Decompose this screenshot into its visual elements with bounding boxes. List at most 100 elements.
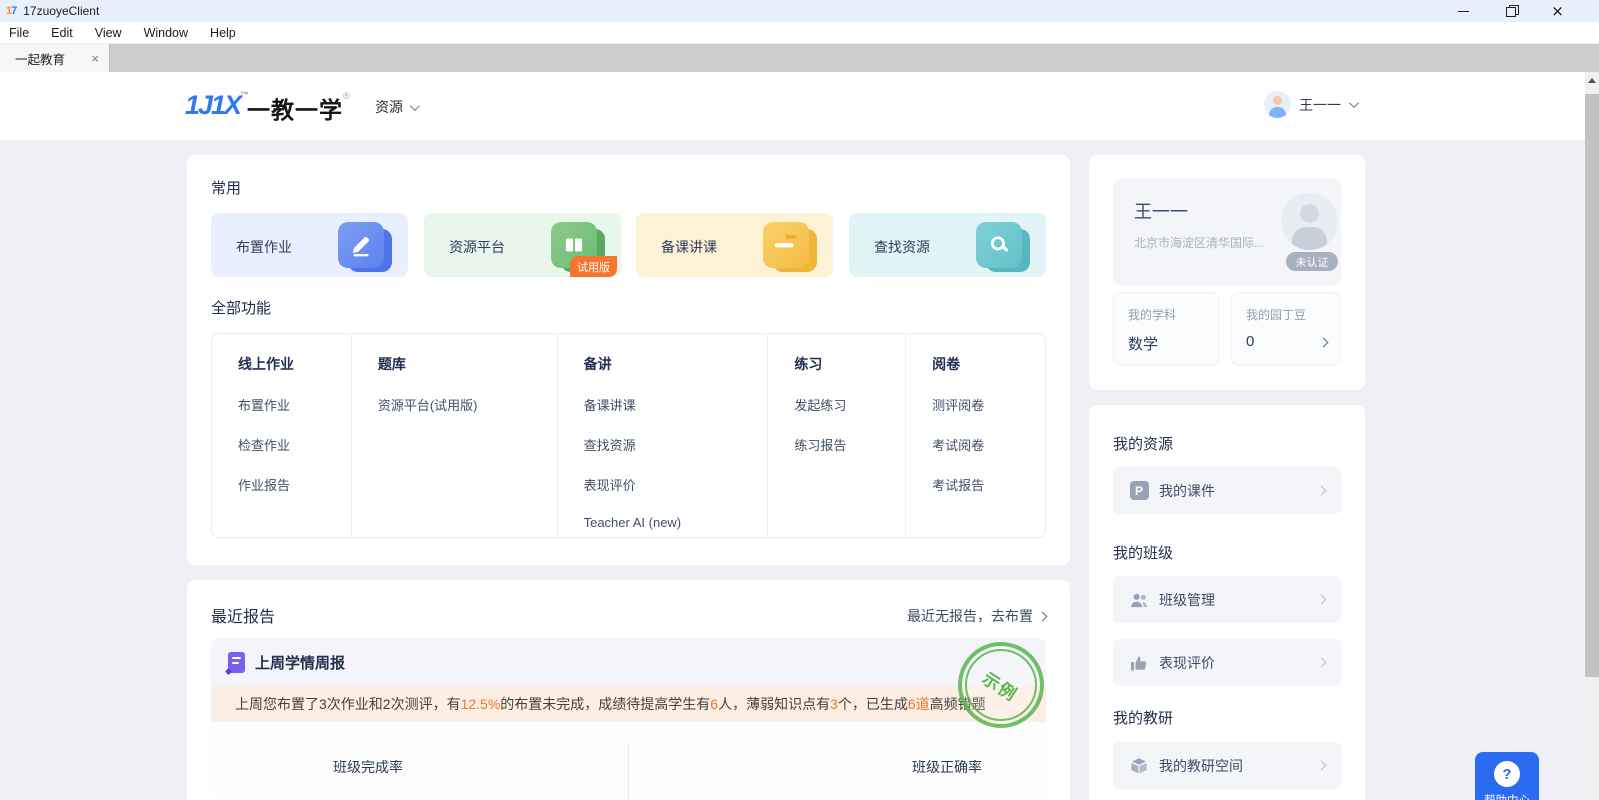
func-item[interactable]: 资源平台(试用版) (378, 395, 557, 414)
menu-file[interactable]: File (9, 26, 29, 40)
unverified-badge: 未认证 (1286, 252, 1338, 271)
func-col-prep: 备讲 备课讲课 查找资源 表现评价 Teacher AI (new) (557, 334, 768, 537)
window-titlebar: 17 17zuoyeClient × (0, 0, 1599, 22)
nav-resources-dropdown[interactable]: 资源 (375, 97, 417, 117)
weekly-summary: 上周您布置了3次作业和2次测评，有12.5%的布置未完成，成绩待提高学生有6人，… (211, 686, 1046, 722)
recent-reports-title: 最近报告 (211, 603, 275, 627)
brand-name: 一教一学® (247, 91, 351, 125)
weekly-report-header: 上周学情周报 (211, 638, 1046, 686)
tab-close-icon[interactable]: × (91, 52, 99, 65)
func-item[interactable]: 测评阅卷 (932, 395, 1045, 414)
card-lesson-prep[interactable]: 备课讲课 (636, 213, 833, 277)
vertical-scrollbar (1585, 72, 1599, 800)
user-name: 王一一 (1299, 95, 1341, 115)
card-resource-platform[interactable]: 资源平台 试用版 (424, 213, 621, 277)
search-icon (976, 222, 1030, 272)
profile-name: 王一一 (1134, 198, 1188, 224)
func-col-practice: 练习 发起练习 练习报告 (767, 334, 905, 537)
no-reports-link[interactable]: 最近无报告，去布置 (907, 606, 1046, 626)
tab-yiqijiaoyu[interactable]: 一起教育 × (0, 44, 110, 72)
close-button[interactable]: × (1534, 0, 1581, 22)
recent-reports-panel: 最近报告 最近无报告，去布置 上周学情周报 上周您布置了3次作业和2次测评，有1… (187, 580, 1070, 800)
menu-window[interactable]: Window (144, 26, 188, 40)
func-col-grading: 阅卷 测评阅卷 考试阅卷 考试报告 (905, 334, 1045, 537)
summary-segment: 个，已生成 (838, 694, 908, 714)
scroll-up-arrow[interactable] (1585, 72, 1599, 89)
func-item[interactable]: 备课讲课 (584, 395, 768, 414)
class-management-row[interactable]: 班级管理 (1113, 576, 1341, 623)
close-icon: × (1551, 4, 1564, 19)
summary-segment: 的布置未完成，成绩待提高学生有 (500, 694, 710, 714)
profile-panel: 王一一 北京市海淀区清华国际... 未认证 我的学科 数学 我的园丁豆 0 (1089, 155, 1365, 390)
thumbs-up-icon (1129, 653, 1149, 673)
chevron-right-icon (1317, 658, 1327, 668)
performance-eval-row[interactable]: 表现评价 (1113, 639, 1341, 686)
menu-view[interactable]: View (95, 26, 122, 40)
func-col-online-homework: 线上作业 布置作业 检查作业 作业报告 (212, 334, 351, 537)
func-item[interactable]: 检查作业 (238, 435, 351, 454)
func-item[interactable]: 练习报告 (794, 435, 905, 454)
card-find-resources[interactable]: 查找资源 (849, 213, 1046, 277)
func-item[interactable]: 考试阅卷 (932, 435, 1045, 454)
summary-segment: 上周您布置了3次作业和2次测评，有 (235, 694, 461, 714)
trial-badge: 试用版 (570, 256, 617, 277)
menu-edit[interactable]: Edit (51, 26, 73, 40)
minimize-icon (1458, 11, 1469, 12)
research-space-row[interactable]: 我的教研空间 (1113, 742, 1341, 789)
menu-bar: File Edit View Window Help (0, 22, 1599, 44)
courseware-icon: P (1129, 481, 1149, 501)
class-accuracy-label: 班级正确率 (912, 757, 982, 777)
func-item[interactable]: 布置作业 (238, 395, 351, 414)
window-controls: × (1440, 0, 1581, 22)
metric-divider (628, 745, 629, 800)
window-title: 17zuoyeClient (23, 4, 99, 18)
chevron-right-icon (1319, 338, 1329, 348)
my-beans-card[interactable]: 我的园丁豆 0 (1231, 292, 1341, 366)
people-icon (1129, 590, 1149, 610)
tab-label: 一起教育 (15, 49, 91, 68)
all-functions-grid: 线上作业 布置作业 检查作业 作业报告 题库 资源平台(试用版) 备讲 备课讲课… (211, 333, 1046, 538)
func-item[interactable]: 发起练习 (794, 395, 905, 414)
my-sections-panel: 我的资源 P 我的课件 我的班级 班级管理 表现评价 我的教研 我的教研空间 (1089, 405, 1365, 800)
user-avatar (1264, 91, 1291, 118)
func-item[interactable]: Teacher AI (new) (584, 515, 768, 530)
summary-segment: 人，薄弱知识点有 (718, 694, 830, 714)
chevron-right-icon (1038, 611, 1048, 621)
summary-segment: 3 (830, 696, 838, 712)
profile-location: 北京市海淀区清华国际... (1134, 234, 1264, 251)
my-research-title: 我的教研 (1113, 707, 1173, 728)
restore-button[interactable] (1487, 0, 1534, 22)
summary-segment: 6 (710, 696, 718, 712)
summary-segment: 12.5% (461, 696, 501, 712)
sample-stamp: 示例 (958, 642, 1044, 728)
common-section-title: 常用 (211, 177, 241, 198)
func-item[interactable]: 表现评价 (584, 475, 768, 494)
my-courseware-row[interactable]: P 我的课件 (1113, 467, 1341, 514)
functions-panel: 常用 布置作业 资源平台 试用版 备课讲课 查找资源 (187, 155, 1070, 565)
help-center-button[interactable]: ? 帮助中心 (1475, 752, 1539, 800)
user-menu[interactable]: 王一一 (1264, 91, 1356, 118)
app-header: 1J1X™ 一教一学® 资源 王一一 (0, 72, 1585, 140)
question-mark-icon: ? (1494, 761, 1520, 787)
cube-icon (1129, 756, 1149, 776)
brand-logo: 1J1X™ (185, 90, 249, 121)
func-item[interactable]: 作业报告 (238, 475, 351, 494)
weekly-report-card[interactable]: 上周学情周报 上周您布置了3次作业和2次测评，有12.5%的布置未完成，成绩待提… (211, 638, 1046, 800)
minimize-button[interactable] (1440, 0, 1487, 22)
my-classes-title: 我的班级 (1113, 542, 1173, 563)
folder-icon (763, 222, 817, 272)
profile-card: 王一一 北京市海淀区清华国际... 未认证 (1113, 179, 1341, 285)
profile-avatar[interactable] (1281, 193, 1338, 250)
scrollbar-thumb[interactable] (1585, 94, 1599, 677)
chevron-down-icon (1349, 98, 1359, 108)
restore-icon (1506, 7, 1515, 16)
tab-strip: 一起教育 × (0, 44, 1599, 72)
card-assign-homework[interactable]: 布置作业 (211, 213, 408, 277)
class-completion-label: 班级完成率 (333, 757, 403, 777)
my-subject-card: 我的学科 数学 (1113, 292, 1219, 366)
my-resources-title: 我的资源 (1113, 433, 1173, 454)
menu-help[interactable]: Help (210, 26, 236, 40)
chevron-right-icon (1317, 486, 1327, 496)
func-item[interactable]: 考试报告 (932, 475, 1045, 494)
func-item[interactable]: 查找资源 (584, 435, 768, 454)
